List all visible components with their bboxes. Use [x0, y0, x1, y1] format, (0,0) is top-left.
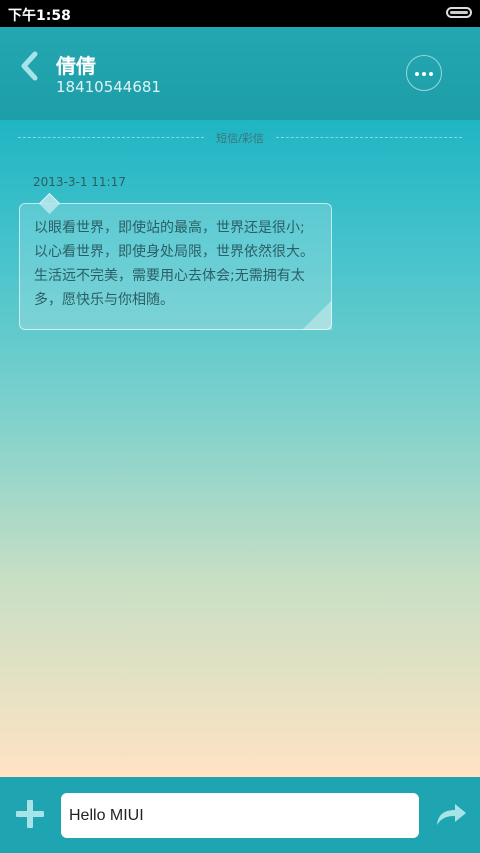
conversation-header: 倩倩 18410544681 — [0, 27, 480, 120]
back-button[interactable] — [16, 50, 44, 82]
message-timestamp: 2013-3-1 11:17 — [33, 175, 126, 189]
message-bubble[interactable]: 以眼看世界，即使站的最高，世界还是很小;以心看世界，即使身处局限，世界依然很大。… — [19, 192, 332, 330]
contact-number: 18410544681 — [56, 78, 161, 96]
status-time: 下午1:58 — [8, 8, 71, 24]
send-button[interactable] — [434, 801, 468, 827]
composer-bar — [0, 777, 480, 853]
send-arrow-icon — [437, 804, 466, 825]
status-bar: 下午1:58 — [0, 0, 480, 27]
battery-icon — [446, 7, 472, 18]
contact-name: 倩倩 — [56, 54, 96, 78]
message-list[interactable]: 短信/彩信 2013-3-1 11:17 以眼看世界，即使站的最高，世界还是很小… — [0, 120, 480, 777]
more-options-button[interactable] — [406, 55, 442, 91]
message-input[interactable] — [61, 793, 419, 838]
section-divider: 短信/彩信 — [18, 120, 462, 156]
message-text: 以眼看世界，即使站的最高，世界还是很小;以心看世界，即使身处局限，世界依然很大。… — [34, 220, 314, 308]
attach-button[interactable] — [16, 800, 44, 828]
section-label: 短信/彩信 — [216, 132, 264, 145]
chevron-left-icon — [21, 51, 38, 81]
